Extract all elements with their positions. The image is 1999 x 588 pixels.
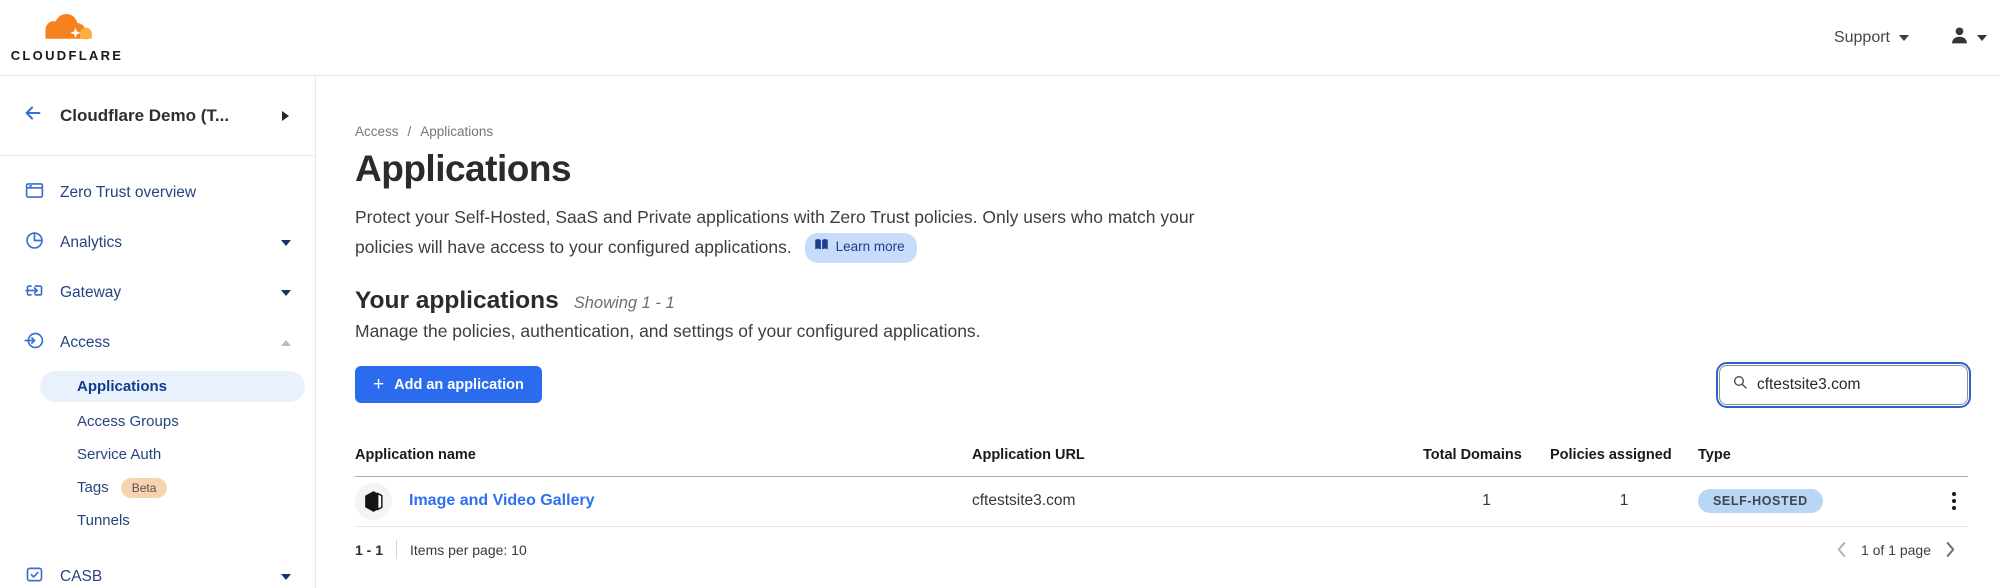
page-title: Applications xyxy=(355,148,1968,190)
pagination: 1 - 1 Items per page: 10 1 of 1 page xyxy=(355,527,1968,573)
beta-badge: Beta xyxy=(121,478,168,498)
sidebar-item-label: Zero Trust overview xyxy=(60,184,196,202)
access-login-icon xyxy=(24,330,45,356)
sidebar-subitem-label: Tags xyxy=(77,479,109,496)
breadcrumb: Access / Applications xyxy=(355,124,1968,139)
section-title: Your applications xyxy=(355,287,559,315)
section-subtitle: Manage the policies, authentication, and… xyxy=(355,321,1968,342)
user-menu[interactable] xyxy=(1949,25,1987,51)
breadcrumb-separator: / xyxy=(408,124,412,139)
search-icon xyxy=(1732,374,1748,395)
application-search[interactable] xyxy=(1719,365,1968,405)
support-menu[interactable]: Support xyxy=(1834,29,1909,47)
book-icon xyxy=(814,236,829,259)
add-application-label: Add an application xyxy=(394,377,524,393)
account-name: Cloudflare Demo (T... xyxy=(60,106,229,126)
sidebar-item-tunnels[interactable]: Tunnels xyxy=(0,504,315,537)
breadcrumb-applications[interactable]: Applications xyxy=(420,124,493,139)
col-type: Type xyxy=(1698,447,1920,463)
policies-assigned-value: 1 xyxy=(1550,492,1698,510)
breadcrumb-access[interactable]: Access xyxy=(355,124,399,139)
sidebar-subitem-label: Access Groups xyxy=(77,413,179,430)
pagination-range: 1 - 1 xyxy=(355,542,383,558)
casb-check-icon xyxy=(24,564,45,588)
chevron-right-icon[interactable] xyxy=(282,111,289,121)
chevron-up-icon[interactable] xyxy=(281,340,291,346)
sidebar-item-tags[interactable]: Tags Beta xyxy=(0,471,315,504)
sidebar-item-access[interactable]: Access xyxy=(0,318,315,368)
pie-chart-icon xyxy=(24,230,45,256)
top-bar: CLOUDFLARE Support xyxy=(0,0,1999,76)
sidebar-item-label: Access xyxy=(60,334,110,352)
divider xyxy=(396,540,397,559)
back-arrow-icon[interactable] xyxy=(22,102,44,129)
sidebar-item-label: Analytics xyxy=(60,234,122,252)
sidebar: Cloudflare Demo (T... Zero Trust overvie… xyxy=(0,76,316,588)
col-total-domains: Total Domains xyxy=(1423,447,1550,463)
table-header: Application name Application URL Total D… xyxy=(355,434,1968,477)
sidebar-item-analytics[interactable]: Analytics xyxy=(0,218,315,268)
page-info: 1 of 1 page xyxy=(1861,542,1931,558)
row-actions-kebab-icon[interactable] xyxy=(1952,492,1968,510)
total-domains-value: 1 xyxy=(1423,492,1550,510)
chevron-down-icon[interactable] xyxy=(281,240,291,246)
add-application-button[interactable]: + Add an application xyxy=(355,366,542,403)
user-icon xyxy=(1949,25,1970,51)
account-switcher[interactable]: Cloudflare Demo (T... xyxy=(0,76,315,156)
cloudflare-logo[interactable]: CLOUDFLARE xyxy=(15,12,119,63)
application-url: cftestsite3.com xyxy=(972,492,1423,510)
items-per-page: Items per page: 10 xyxy=(410,542,527,558)
previous-page-icon[interactable] xyxy=(1836,541,1847,558)
window-icon xyxy=(24,180,45,206)
main-content: Access / Applications Applications Prote… xyxy=(316,76,1999,588)
sidebar-subitem-label: Tunnels xyxy=(77,512,130,529)
col-application-url: Application URL xyxy=(972,447,1423,463)
application-link[interactable]: Image and Video Gallery xyxy=(409,492,595,510)
description-text: Protect your Self-Hosted, SaaS and Priva… xyxy=(355,207,1194,257)
cloudflare-wordmark: CLOUDFLARE xyxy=(11,48,124,63)
learn-more-label: Learn more xyxy=(836,236,905,259)
next-page-icon[interactable] xyxy=(1945,541,1956,558)
learn-more-button[interactable]: Learn more xyxy=(805,233,917,263)
sidebar-item-label: Gateway xyxy=(60,284,121,302)
sidebar-item-gateway[interactable]: Gateway xyxy=(0,268,315,318)
sidebar-subitem-label: Service Auth xyxy=(77,446,161,463)
sidebar-item-access-groups[interactable]: Access Groups xyxy=(0,405,315,438)
sidebar-subitem-label: Applications xyxy=(77,378,167,395)
plus-icon: + xyxy=(373,375,384,394)
app-cube-icon xyxy=(355,483,392,520)
page-description: Protect your Self-Hosted, SaaS and Priva… xyxy=(355,203,1255,263)
col-policies-assigned: Policies assigned xyxy=(1550,447,1698,463)
chevron-down-icon xyxy=(1899,35,1909,41)
cloudflare-cloud-icon xyxy=(32,12,102,47)
col-application-name: Application name xyxy=(355,447,972,463)
chevron-down-icon xyxy=(1977,35,1987,41)
sidebar-item-label: CASB xyxy=(60,568,102,586)
search-input[interactable] xyxy=(1757,376,1955,394)
type-badge: SELF-HOSTED xyxy=(1698,489,1823,513)
table-row: Image and Video Gallery cftestsite3.com … xyxy=(355,477,1968,527)
sidebar-item-service-auth[interactable]: Service Auth xyxy=(0,438,315,471)
chevron-down-icon[interactable] xyxy=(281,290,291,296)
sidebar-item-applications[interactable]: Applications xyxy=(40,371,305,402)
showing-count: Showing 1 - 1 xyxy=(574,294,675,313)
sidebar-item-casb[interactable]: CASB xyxy=(0,552,315,588)
gateway-icon xyxy=(24,280,45,306)
support-label: Support xyxy=(1834,29,1890,47)
chevron-down-icon[interactable] xyxy=(281,574,291,580)
sidebar-item-zero-trust-overview[interactable]: Zero Trust overview xyxy=(0,168,315,218)
